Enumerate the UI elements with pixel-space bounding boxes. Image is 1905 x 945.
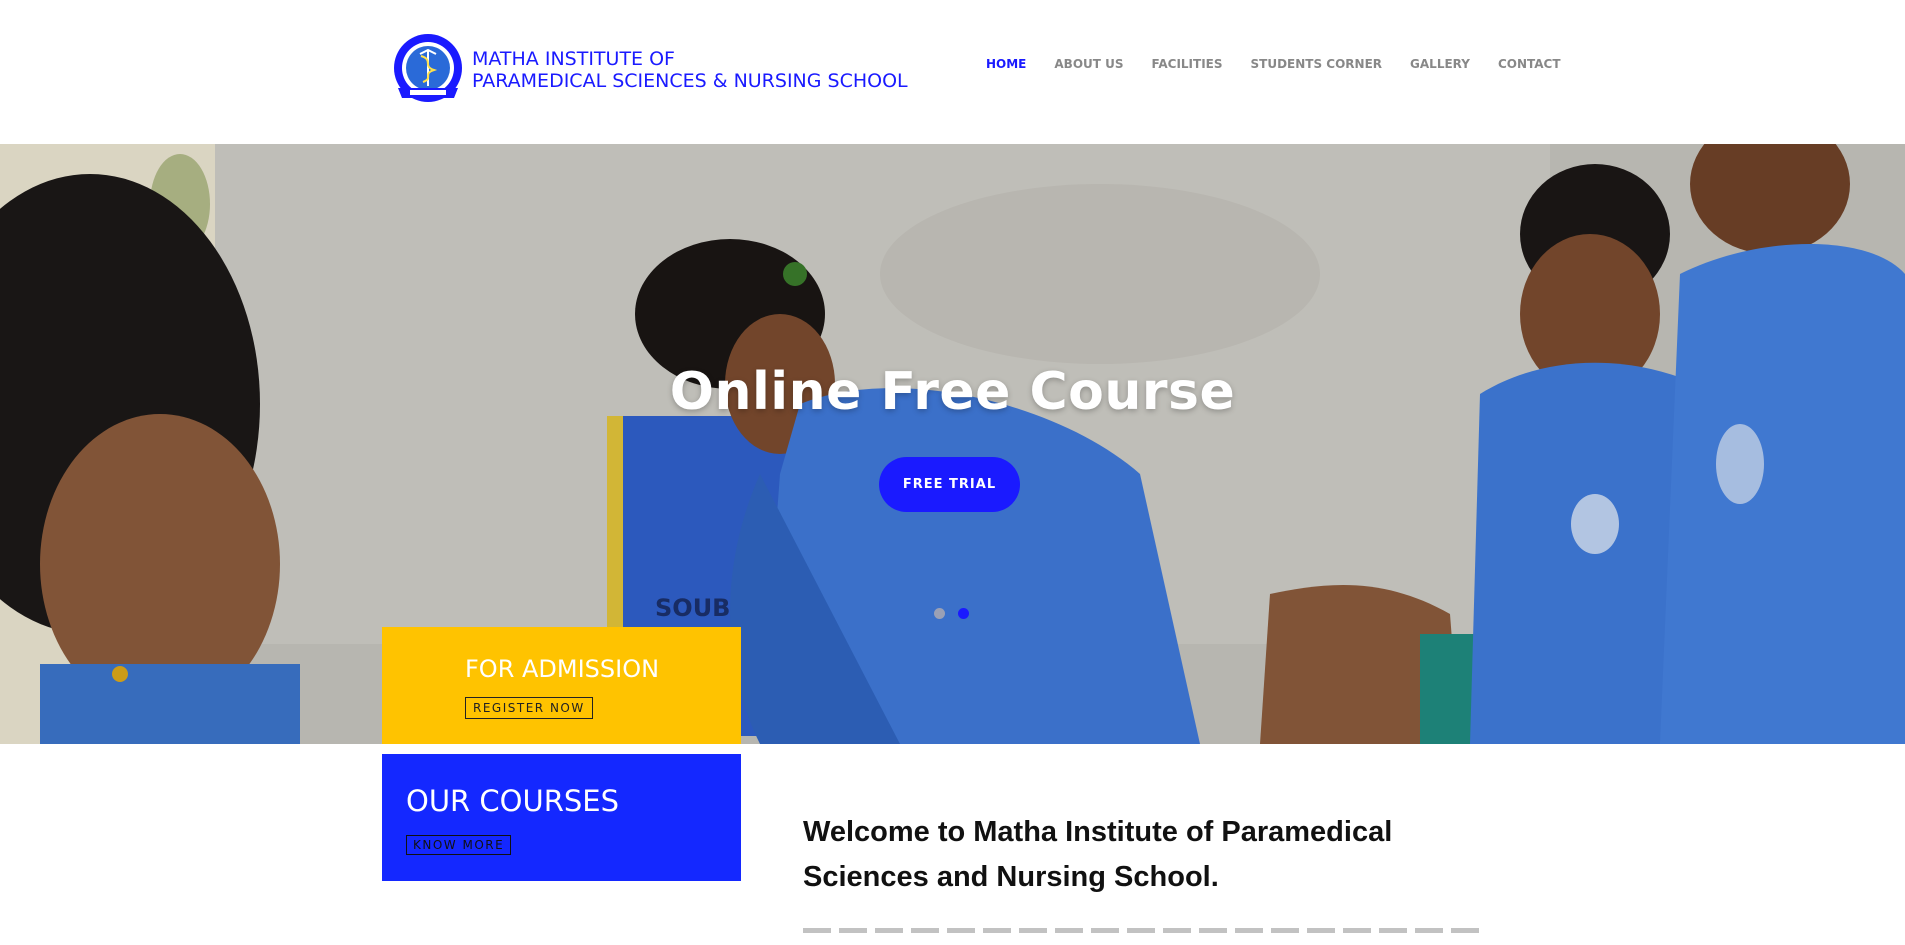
main-nav: HOME ABOUT US FACILITIES STUDENTS CORNER…: [986, 57, 1589, 71]
hero-slider: SOUBHAGYA Online Free Course FREE TRIAL: [0, 144, 1905, 744]
site-header: MATHA INSTITUTE OF PARAMEDICAL SCIENCES …: [0, 0, 1905, 144]
hero-title: Online Free Course: [669, 362, 1236, 422]
courses-title: OUR COURSES: [406, 784, 620, 818]
institute-emblem-icon: [394, 34, 462, 102]
nav-facilities[interactable]: FACILITIES: [1152, 57, 1223, 71]
welcome-heading-line-2: Sciences and Nursing School.: [803, 861, 1219, 893]
welcome-heading-line-1: Welcome to Matha Institute of Paramedica…: [803, 816, 1393, 848]
brand-line-2: PARAMEDICAL SCIENCES & NURSING SCHOOL: [472, 70, 908, 92]
cut-off-text-line: [803, 928, 1483, 933]
nav-home[interactable]: HOME: [986, 57, 1026, 71]
slider-dot-2[interactable]: [958, 608, 969, 619]
free-trial-button[interactable]: FREE TRIAL: [879, 457, 1020, 512]
welcome-paragraph-cut-off: [803, 920, 1493, 945]
slider-dot-1[interactable]: [934, 608, 945, 619]
nav-students-corner[interactable]: STUDENTS CORNER: [1251, 57, 1383, 71]
nav-gallery[interactable]: GALLERY: [1410, 57, 1470, 71]
brand-name: MATHA INSTITUTE OF PARAMEDICAL SCIENCES …: [472, 48, 908, 92]
register-now-button[interactable]: REGISTER NOW: [465, 697, 593, 719]
admission-title: FOR ADMISSION: [465, 655, 660, 683]
nav-contact[interactable]: CONTACT: [1498, 57, 1561, 71]
admission-box: FOR ADMISSION REGISTER NOW: [382, 627, 741, 744]
brand-line-1: MATHA INSTITUTE OF: [472, 48, 675, 70]
nav-about-us[interactable]: ABOUT US: [1054, 57, 1123, 71]
hero-photo: SOUBHAGYA: [0, 144, 1905, 744]
welcome-heading: Welcome to Matha Institute of Paramedica…: [803, 810, 1463, 900]
know-more-button[interactable]: KNOW MORE: [406, 835, 512, 855]
logo[interactable]: MATHA INSTITUTE OF PARAMEDICAL SCIENCES …: [390, 32, 908, 108]
courses-box: OUR COURSES KNOW MORE: [382, 754, 741, 881]
